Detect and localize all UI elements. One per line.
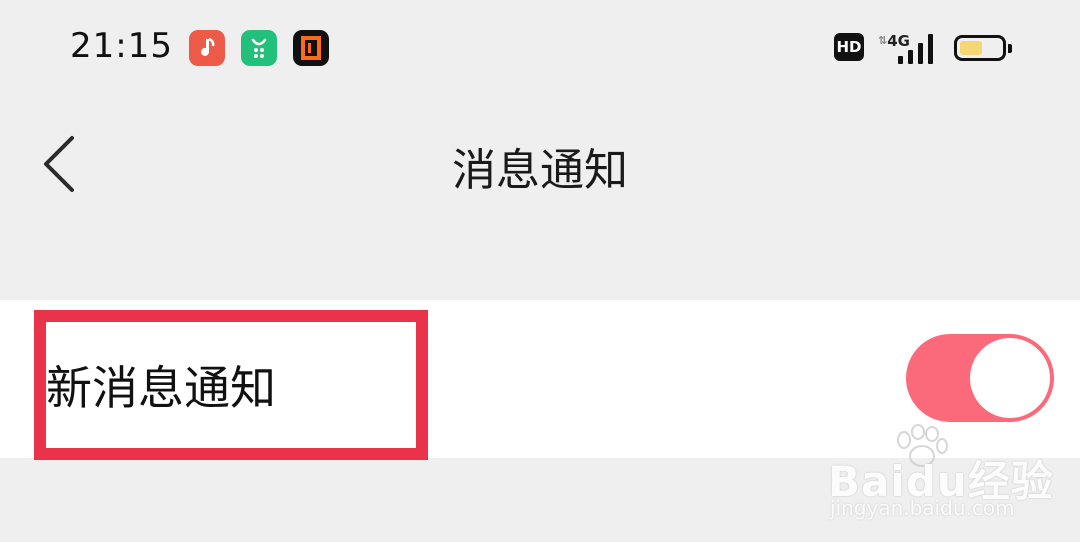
watermark-url: jingyan.baidu.com (830, 496, 1015, 520)
hd-badge: HD (834, 33, 864, 61)
signal-strength-icon (896, 32, 936, 64)
battery-level-fill (960, 41, 982, 55)
page-title: 消息通知 (452, 145, 628, 196)
status-time: 21:15 (70, 26, 173, 66)
new-message-notification-toggle[interactable] (906, 334, 1054, 422)
music-app-icon (189, 30, 225, 66)
new-message-notification-label: 新消息通知 (46, 361, 276, 415)
baidu-jingyan-watermark: Baidu经验 jingyan.baidu.com (828, 424, 1058, 526)
navigation-bar: 消息通知 (0, 96, 1080, 236)
battery-icon (954, 35, 1012, 61)
toggle-knob (970, 338, 1050, 418)
data-arrows-icon: ⇅ (878, 34, 888, 47)
orange-app-icon (293, 30, 329, 66)
status-bar: 21:15 HD ⇅4G (0, 0, 1080, 96)
green-app-icon (241, 30, 277, 66)
